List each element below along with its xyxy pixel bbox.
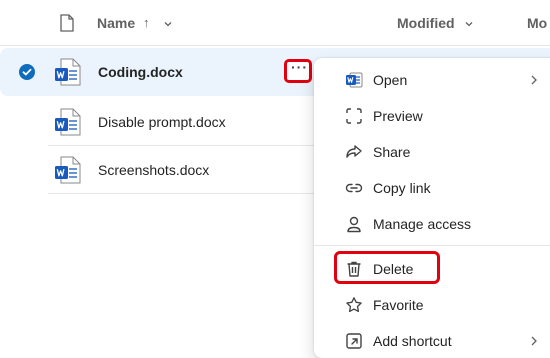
name-column-header[interactable]: Name (97, 15, 135, 31)
chevron-right-icon (529, 334, 539, 352)
preview-icon (345, 107, 363, 125)
context-menu: Open Preview Share Copy link Manage acce… (314, 58, 550, 358)
menu-item-label: Favorite (373, 297, 424, 313)
menu-item-manage-access[interactable]: Manage access (314, 205, 550, 241)
menu-item-label: Add shortcut (373, 333, 452, 349)
person-icon (345, 215, 363, 233)
menu-item-copy-link[interactable]: Copy link (314, 169, 550, 205)
word-document-icon (53, 155, 83, 185)
menu-item-preview[interactable]: Preview (314, 97, 550, 133)
chevron-down-icon[interactable] (464, 16, 474, 34)
menu-item-open[interactable]: Open (314, 61, 550, 97)
word-document-icon (53, 57, 83, 87)
menu-item-share[interactable]: Share (314, 133, 550, 169)
menu-item-label: Preview (373, 108, 423, 124)
menu-item-label: Copy link (373, 180, 431, 196)
menu-item-favorite[interactable]: Favorite (314, 286, 550, 322)
file-name[interactable]: Coding.docx (98, 64, 183, 80)
file-name[interactable]: Screenshots.docx (98, 162, 209, 178)
more-actions-button[interactable]: ··· (284, 59, 312, 83)
star-icon (345, 296, 363, 314)
chevron-down-icon[interactable] (163, 16, 173, 34)
word-document-icon (53, 107, 83, 137)
modified-column-header[interactable]: Modified (397, 15, 455, 31)
chevron-right-icon (529, 73, 539, 91)
word-icon (345, 71, 363, 89)
delete-highlight-box (334, 251, 440, 284)
file-list-header: Name ↑ Modified Mo (0, 0, 550, 46)
modified-by-column-header[interactable]: Mo (527, 15, 547, 31)
file-type-icon[interactable] (60, 14, 74, 37)
sort-ascending-icon: ↑ (143, 15, 150, 30)
menu-item-add-shortcut[interactable]: Add shortcut (314, 322, 550, 358)
selected-checkmark-icon[interactable] (19, 64, 35, 80)
share-icon (345, 143, 363, 161)
menu-item-label: Manage access (373, 216, 472, 232)
link-icon (345, 179, 363, 197)
more-options-icon: ··· (291, 59, 308, 75)
menu-item-label: Share (373, 144, 411, 160)
file-name[interactable]: Disable prompt.docx (98, 114, 226, 130)
menu-divider (314, 245, 550, 246)
shortcut-icon (345, 332, 363, 350)
menu-item-label: Open (373, 72, 408, 88)
